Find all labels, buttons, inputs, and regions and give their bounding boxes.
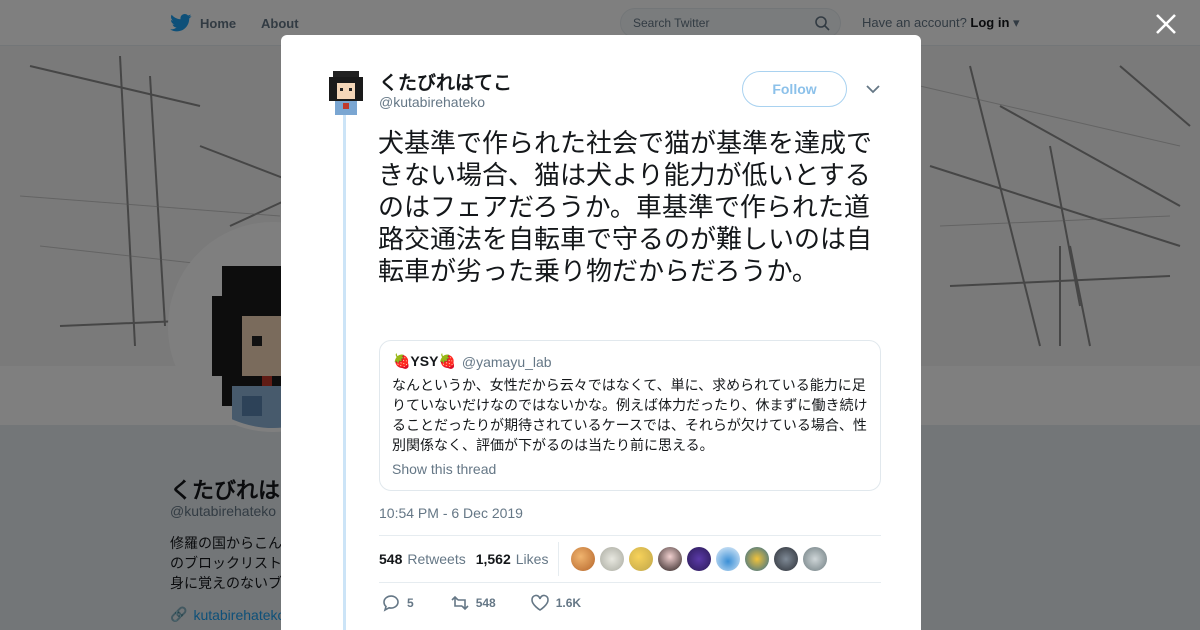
tweet-timestamp[interactable]: 10:54 PM - 6 Dec 2019 [379,505,523,521]
quoted-text: なんというか、女性だから云々ではなくて、単に、求められている能力に足りていないだ… [392,377,868,453]
quoted-tweet[interactable]: 🍓YSY🍓 @yamayu_lab なんというか、女性だから云々ではなくて、単に… [379,340,881,491]
quoted-handle: @yamayu_lab [461,353,552,370]
retweet-action[interactable]: 548 [450,593,496,613]
liker-avatar[interactable] [716,547,741,571]
liker-avatar[interactable] [571,547,596,571]
retweets-count: 548 [379,551,403,567]
author-handle[interactable]: @kutabirehateko [379,94,485,110]
liker-avatars [571,547,828,571]
tweet-text: 犬基準で作られた社会で猫が基準を達成できない場合、猫は犬より能力が低いとするのは… [378,128,873,286]
retweet-action-count: 548 [475,596,496,610]
liker-avatar[interactable] [629,547,654,571]
retweets-stat[interactable]: 548 Retweets [379,551,466,567]
liker-avatar[interactable] [803,547,828,571]
author-name[interactable]: くたびれはてこ [379,68,512,95]
chevron-down-icon[interactable] [865,82,881,96]
likes-label: Likes [515,551,549,567]
retweets-label: Retweets [407,551,466,567]
like-action-count: 1.6K [555,596,582,610]
quoted-name: 🍓YSY🍓 [393,353,456,369]
reply-count: 5 [407,596,414,610]
liker-avatar[interactable] [687,547,712,571]
like-action[interactable]: 1.6K [530,593,581,613]
thread-line [343,115,346,630]
tweet-stats: 548 Retweets 1,562 Likes [379,535,881,583]
follow-button[interactable]: Follow [742,71,847,107]
reply-action[interactable]: 5 [381,593,414,613]
liker-avatar[interactable] [774,547,799,571]
quoted-header: 🍓YSY🍓 @yamayu_lab [393,353,552,370]
heart-icon [530,594,549,611]
retweet-icon [451,595,469,611]
liker-avatar[interactable] [600,547,625,571]
author-avatar[interactable] [327,69,365,115]
likes-stat[interactable]: 1,562 Likes [476,542,560,576]
tweet-actions: 5 548 1.6K [381,593,581,613]
likes-count: 1,562 [475,551,511,567]
reply-icon [383,595,399,612]
liker-avatar[interactable] [745,547,770,571]
close-icon[interactable] [1153,11,1179,37]
liker-avatar[interactable] [658,547,683,571]
tweet-modal: くたびれはてこ @kutabirehateko Follow 犬基準で作られた社… [281,35,921,630]
show-thread-link[interactable]: Show this thread [392,461,496,477]
